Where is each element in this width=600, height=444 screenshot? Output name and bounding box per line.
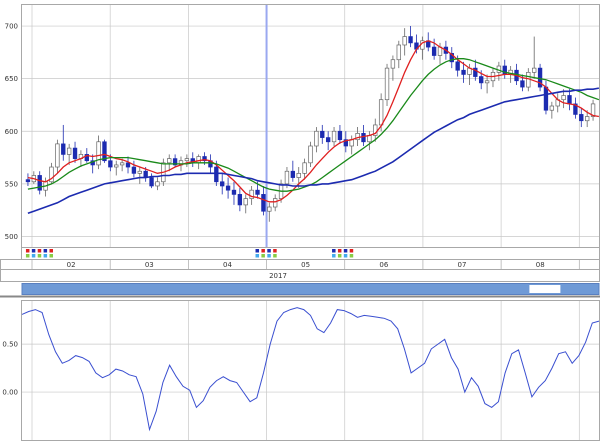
- oscillator-panel-frame: [21, 300, 600, 441]
- month-label: 08: [536, 261, 545, 269]
- signal-marker: [261, 254, 265, 258]
- signal-marker: [337, 254, 342, 258]
- year-label: 2017: [269, 272, 287, 280]
- signal-marker: [31, 254, 36, 258]
- signal-marker: [49, 254, 53, 258]
- year-axis: [0, 269, 600, 282]
- signal-marker: [43, 249, 48, 253]
- month-label: 05: [301, 261, 310, 269]
- signal-marker: [267, 249, 271, 253]
- price-tick-label: 700: [5, 23, 18, 31]
- signal-marker: [43, 254, 48, 258]
- month-label: 06: [379, 261, 388, 269]
- chart-window: 02 03 04 05 06 07 08 500 550 600 650 700 0.50 0.00 20…: [0, 0, 600, 444]
- signal-marker: [337, 249, 342, 253]
- osc-tick-label: 0.50: [2, 341, 18, 349]
- signal-marker: [343, 249, 348, 253]
- signal-marker: [349, 249, 354, 253]
- signal-marker: [343, 254, 348, 258]
- price-tick-label: 550: [5, 180, 18, 188]
- month-label: 03: [145, 261, 154, 269]
- signal-marker: [273, 249, 277, 253]
- month-label: 02: [67, 261, 76, 269]
- scrollbar[interactable]: [21, 283, 600, 295]
- price-tick-label: 500: [5, 233, 18, 241]
- signal-marker: [25, 254, 30, 258]
- month-label: 07: [458, 261, 467, 269]
- signal-marker: [255, 254, 260, 258]
- signal-marker: [255, 249, 260, 253]
- price-panel-frame: [21, 4, 600, 248]
- signal-marker: [49, 249, 53, 253]
- signal-marker: [267, 254, 271, 258]
- price-tick-label: 600: [5, 128, 18, 136]
- month-label: 04: [223, 261, 232, 269]
- signal-marker: [349, 254, 354, 258]
- chart-canvas: 02 03 04 05 06 07 08 500 550 600 650 700 0.50 0.00 20…: [0, 4, 600, 441]
- signal-marker: [261, 249, 265, 253]
- signal-marker: [31, 249, 36, 253]
- osc-tick-label: 0.00: [2, 389, 18, 397]
- signal-marker: [332, 249, 336, 253]
- signal-strip: [21, 247, 600, 260]
- signal-marker: [37, 254, 42, 258]
- scrollbar-track[interactable]: [21, 283, 600, 295]
- signal-marker: [37, 249, 42, 253]
- candle: [537, 63, 543, 92]
- price-tick-label: 650: [5, 75, 18, 83]
- candle: [384, 63, 390, 107]
- signal-marker: [273, 254, 277, 258]
- month-axis: [0, 259, 600, 270]
- signal-marker: [25, 249, 30, 253]
- scrollbar-thumb[interactable]: [528, 284, 562, 294]
- signal-marker: [332, 254, 336, 258]
